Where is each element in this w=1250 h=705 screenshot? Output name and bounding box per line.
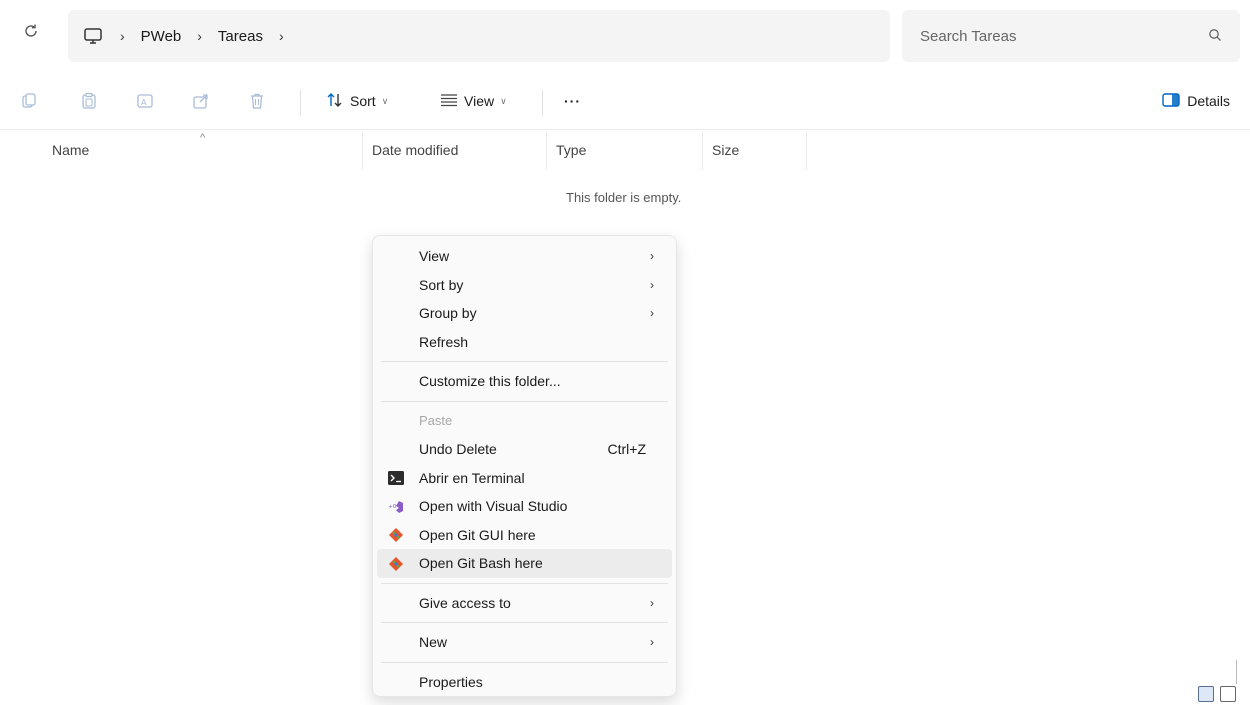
menu-separator [381, 622, 668, 623]
menu-item-sort-by[interactable]: Sort by › [377, 271, 672, 300]
menu-item-give-access[interactable]: Give access to › [377, 589, 672, 618]
breadcrumb-item-tareas[interactable]: Tareas [218, 28, 263, 45]
breadcrumb-item-pweb[interactable]: PWeb [141, 28, 182, 45]
view-list-icon [440, 93, 458, 110]
menu-item-label: Refresh [419, 333, 469, 350]
menu-item-customize-folder[interactable]: Customize this folder... [377, 367, 672, 396]
command-bar: A Sort ∨ View ∨ ··· Details [0, 74, 1250, 130]
terminal-icon [387, 470, 404, 487]
chevron-right-icon: › [650, 249, 654, 263]
empty-folder-message: This folder is empty. [566, 190, 682, 205]
sort-ascending-icon: ^ [200, 132, 206, 144]
view-label: View [464, 93, 495, 109]
chevron-down-icon: ∨ [381, 95, 389, 106]
git-icon [387, 555, 404, 572]
breadcrumb[interactable]: › PWeb › Tareas › [68, 10, 890, 62]
delete-icon[interactable] [246, 90, 268, 112]
menu-item-label: Group by [419, 305, 477, 322]
menu-item-paste: Paste [377, 407, 672, 436]
svg-text:A: A [141, 98, 147, 107]
cut-icon[interactable] [18, 90, 40, 112]
menu-item-open-git-gui[interactable]: Open Git GUI here [377, 521, 672, 550]
menu-item-label: Undo Delete [419, 441, 497, 458]
copy-icon[interactable] [78, 90, 100, 112]
view-button[interactable]: View ∨ [440, 88, 507, 114]
column-header-size[interactable]: Size [712, 142, 739, 158]
menu-item-label: New [419, 634, 448, 651]
search-input[interactable] [920, 27, 1180, 45]
view-toggle-group [1198, 686, 1248, 704]
visual-studio-icon: ⁺⁰ [387, 498, 404, 515]
rename-icon[interactable]: A [134, 90, 156, 112]
menu-item-label: Open Git GUI here [419, 526, 536, 543]
menu-item-abrir-terminal[interactable]: Abrir en Terminal [377, 464, 672, 493]
chevron-right-icon: › [650, 277, 654, 292]
chevron-right-icon: › [650, 595, 654, 610]
menu-item-open-git-bash[interactable]: Open Git Bash here [377, 549, 672, 578]
this-pc-icon[interactable] [82, 25, 104, 47]
column-header-row: ^ Name Date modified Type Size [0, 132, 810, 172]
sort-label: Sort [350, 93, 376, 109]
share-icon[interactable] [190, 90, 212, 112]
sort-button[interactable]: Sort ∨ [326, 88, 388, 114]
chevron-right-icon[interactable]: › [279, 28, 284, 44]
menu-item-label: Properties [419, 673, 483, 690]
column-header-date-modified[interactable]: Date modified [372, 142, 458, 158]
chevron-right-icon[interactable]: › [120, 28, 125, 44]
menu-item-new[interactable]: New › [377, 628, 672, 657]
menu-item-label: Paste [419, 413, 453, 429]
column-header-type[interactable]: Type [556, 142, 586, 158]
menu-item-open-visual-studio[interactable]: ⁺⁰ Open with Visual Studio [377, 492, 672, 521]
menu-item-undo-delete[interactable]: Undo Delete Ctrl+Z [377, 435, 672, 464]
menu-item-label: Sort by [419, 276, 464, 293]
menu-separator [381, 661, 668, 663]
more-options-button[interactable]: ··· [564, 88, 581, 114]
column-divider[interactable] [702, 132, 703, 170]
details-label: Details [1187, 93, 1230, 109]
column-divider[interactable] [546, 132, 547, 170]
chevron-right-icon: › [650, 635, 654, 649]
menu-item-label: Give access to [419, 594, 511, 611]
context-menu: View › Sort by › Group by › Refresh Cust… [372, 235, 677, 697]
pane-divider [1236, 660, 1237, 684]
menu-item-label: Customize this folder... [419, 373, 561, 390]
refresh-icon[interactable] [18, 22, 44, 48]
menu-item-refresh[interactable]: Refresh [377, 328, 672, 357]
sort-icon [326, 92, 344, 111]
search-icon[interactable] [1208, 28, 1222, 45]
git-icon [387, 527, 404, 544]
menu-item-view[interactable]: View › [377, 242, 672, 271]
column-divider[interactable] [362, 132, 363, 170]
column-header-name[interactable]: Name [52, 142, 89, 158]
column-divider[interactable] [806, 132, 807, 170]
details-pane-button[interactable]: Details [1162, 88, 1230, 114]
address-bar-area: › PWeb › Tareas › [0, 0, 1250, 74]
menu-separator [381, 582, 668, 584]
menu-item-label: View [419, 248, 450, 265]
menu-item-label: Open with Visual Studio [419, 498, 568, 515]
chevron-down-icon: ∨ [500, 95, 507, 106]
large-icons-view-toggle[interactable] [1220, 686, 1236, 702]
toolbar-divider [542, 90, 543, 116]
menu-shortcut: Ctrl+Z [607, 441, 647, 458]
toolbar-divider [300, 90, 301, 116]
menu-item-properties[interactable]: Properties [377, 668, 672, 697]
menu-separator [381, 400, 668, 402]
menu-item-label: Abrir en Terminal [419, 469, 525, 486]
menu-item-label: Open Git Bash here [419, 555, 543, 572]
menu-item-group-by[interactable]: Group by › [377, 299, 672, 328]
menu-separator [381, 361, 668, 362]
chevron-right-icon[interactable]: › [197, 28, 202, 44]
chevron-right-icon: › [650, 306, 654, 320]
search-box[interactable] [902, 10, 1240, 62]
svg-text:⁺⁰: ⁺⁰ [388, 504, 397, 514]
details-pane-icon [1162, 92, 1180, 111]
details-view-toggle[interactable] [1198, 686, 1214, 702]
